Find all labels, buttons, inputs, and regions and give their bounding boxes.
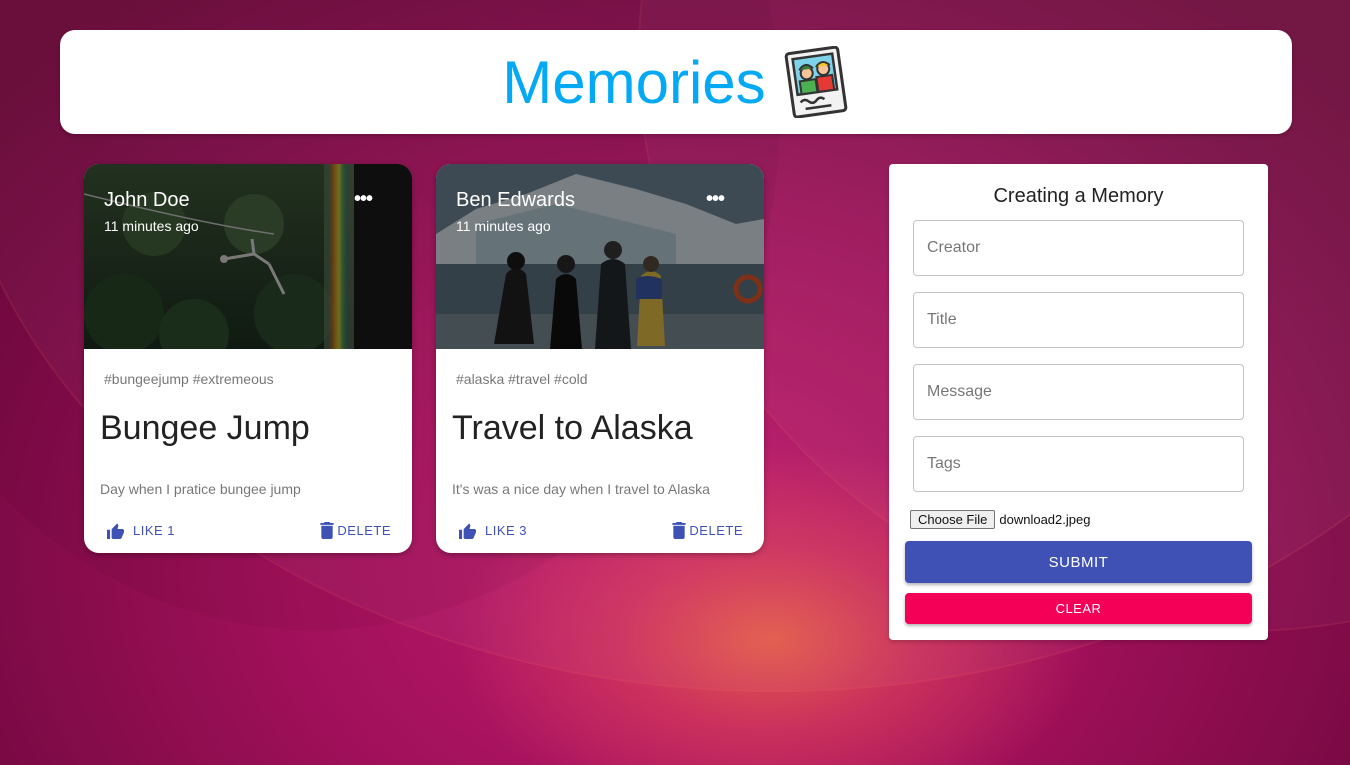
post-message: Day when I pratice bungee jump <box>100 481 301 497</box>
create-memory-form: Creating a Memory Choose File download2.… <box>889 164 1268 640</box>
post-time: 11 minutes ago <box>456 218 551 234</box>
post-time: 11 minutes ago <box>104 218 199 234</box>
app-title: Memories <box>502 48 766 116</box>
message-input[interactable] <box>913 364 1244 420</box>
title-input[interactable] <box>913 292 1244 348</box>
creator-input[interactable] <box>913 220 1244 276</box>
choose-file-button[interactable]: Choose File <box>910 510 996 529</box>
delete-button[interactable]: DELETE <box>672 518 743 542</box>
clear-button[interactable]: CLEAR <box>905 593 1252 624</box>
trash-icon <box>672 521 687 539</box>
form-heading: Creating a Memory <box>993 185 1164 207</box>
file-picker: Choose File download2.jpeg <box>910 510 1090 529</box>
post-creator: John Doe <box>104 189 190 211</box>
delete-button[interactable]: DELETE <box>320 518 391 542</box>
memory-card: John Doe 11 minutes ago ••• #bungeejump … <box>84 164 412 553</box>
more-options-icon[interactable]: ••• <box>706 188 725 211</box>
post-message: It's was a nice day when I travel to Ala… <box>452 481 710 497</box>
file-name: download2.jpeg <box>999 512 1091 527</box>
delete-label: DELETE <box>337 522 391 538</box>
submit-button[interactable]: SUBMIT <box>905 541 1252 583</box>
like-button[interactable]: LIKE 3 <box>458 518 527 542</box>
more-options-icon[interactable]: ••• <box>354 188 373 211</box>
tags-input[interactable] <box>913 436 1244 492</box>
trash-icon <box>320 521 335 539</box>
post-title: Travel to Alaska <box>452 409 693 447</box>
memory-card: Ben Edwards 11 minutes ago ••• #alaska #… <box>436 164 764 553</box>
post-tags: #bungeejump #extremeous <box>104 371 274 387</box>
delete-label: DELETE <box>689 522 743 538</box>
post-title: Bungee Jump <box>100 409 310 447</box>
like-label: LIKE 3 <box>485 522 528 538</box>
app-bar: Memories <box>60 30 1292 134</box>
post-tags: #alaska #travel #cold <box>456 371 588 387</box>
thumb-up-icon <box>459 523 476 539</box>
like-label: LIKE 1 <box>133 522 176 538</box>
post-creator: Ben Edwards <box>456 189 575 211</box>
thumb-up-icon <box>107 523 124 539</box>
like-button[interactable]: LIKE 1 <box>106 518 175 542</box>
memories-photo-icon <box>784 46 848 118</box>
